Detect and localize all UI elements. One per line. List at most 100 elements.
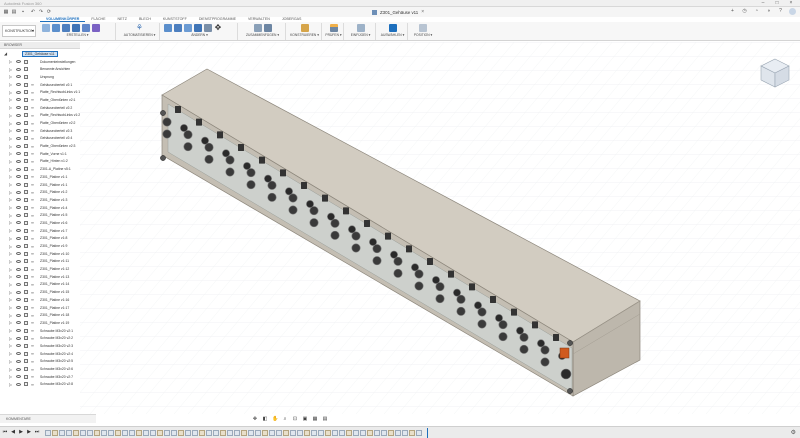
- expand-arrow-icon[interactable]: ▷: [9, 236, 12, 241]
- browser-item[interactable]: ▷ ∞ Schraube M3x20 v2:3: [0, 342, 80, 350]
- timeline-feature-icon[interactable]: [255, 430, 261, 436]
- select-icon[interactable]: [388, 24, 397, 32]
- expand-arrow-icon[interactable]: ▷: [9, 297, 12, 302]
- expand-arrow-icon[interactable]: ▷: [9, 190, 12, 195]
- group-modify-label[interactable]: ÄNDERN ▾: [162, 33, 237, 38]
- expand-arrow-icon[interactable]: ▷: [9, 274, 12, 279]
- visibility-eye-icon[interactable]: [16, 382, 21, 386]
- timeline-feature-icon[interactable]: [101, 430, 107, 436]
- revolve-icon[interactable]: [72, 24, 80, 32]
- expand-arrow-icon[interactable]: ▷: [9, 282, 12, 287]
- viewports-icon[interactable]: ▤: [322, 416, 328, 422]
- browser-item[interactable]: ▷ ∞ Z301_Platine v1:10: [0, 250, 80, 258]
- timeline-feature-icon[interactable]: [297, 430, 303, 436]
- timeline-feature-icon[interactable]: [59, 430, 65, 436]
- group-insert-label[interactable]: EINFÜGEN ▾: [346, 33, 375, 38]
- browser-item[interactable]: ▷ Ursprung: [0, 73, 80, 81]
- expand-arrow-icon[interactable]: ▷: [9, 259, 12, 264]
- browser-item[interactable]: ▷ ∞ Platte_RechtsobLinks v1:2: [0, 112, 80, 120]
- timeline-feature-icon[interactable]: [241, 430, 247, 436]
- fillet-icon[interactable]: [174, 24, 182, 32]
- visibility-eye-icon[interactable]: [16, 83, 21, 87]
- avatar[interactable]: [789, 8, 796, 15]
- timeline-feature-icon[interactable]: [136, 430, 142, 436]
- document-tab[interactable]: Z301_Gehäuse v11 ×: [372, 7, 424, 17]
- visibility-eye-icon[interactable]: [16, 198, 21, 202]
- visibility-eye-icon[interactable]: [16, 67, 21, 71]
- visibility-eye-icon[interactable]: [16, 306, 21, 310]
- expand-arrow-icon[interactable]: ▷: [9, 213, 12, 218]
- timeline-feature-icon[interactable]: [171, 430, 177, 436]
- browser-root[interactable]: ◢ Z301_Gehäuse v11: [0, 50, 80, 58]
- expand-arrow-icon[interactable]: ▷: [9, 336, 12, 341]
- visibility-eye-icon[interactable]: [16, 213, 21, 217]
- expand-arrow-icon[interactable]: ▷: [9, 382, 12, 387]
- visibility-eye-icon[interactable]: [16, 375, 21, 379]
- browser-item[interactable]: ▷ ∞ Schraube M3x20 v2:2: [0, 334, 80, 342]
- visibility-eye-icon[interactable]: [16, 129, 21, 133]
- visibility-eye-icon[interactable]: [16, 175, 21, 179]
- browser-item[interactable]: ▷ ∞ Z301_Platine v1:3: [0, 196, 80, 204]
- expand-arrow-icon[interactable]: ▷: [9, 374, 12, 379]
- press-pull-icon[interactable]: [164, 24, 172, 32]
- timeline-feature-icon[interactable]: [388, 430, 394, 436]
- group-select-label[interactable]: AUSWÄHLEN ▾: [378, 33, 407, 38]
- timeline-feature-icon[interactable]: [416, 430, 422, 436]
- shell-icon[interactable]: [194, 24, 202, 32]
- timeline-feature-icon[interactable]: [164, 430, 170, 436]
- extensions-icon[interactable]: ◷: [741, 8, 748, 15]
- group-assemble-label[interactable]: ZUSAMMENFÜGEN ▾: [240, 33, 285, 38]
- timeline-feature-icon[interactable]: [374, 430, 380, 436]
- undo-icon[interactable]: ↶: [30, 9, 36, 15]
- chamfer-icon[interactable]: [184, 24, 192, 32]
- visibility-eye-icon[interactable]: [16, 60, 21, 64]
- group-create-label[interactable]: ERSTELLEN ▾: [40, 33, 115, 38]
- browser-item[interactable]: ▷ ∞ Schraube M3x20 v2:8: [0, 381, 80, 389]
- timeline-feature-icon[interactable]: [108, 430, 114, 436]
- browser-item[interactable]: ▷ ∞ Z301_Platine v1:4: [0, 204, 80, 212]
- visibility-eye-icon[interactable]: [16, 229, 21, 233]
- expand-arrow-icon[interactable]: ▷: [9, 136, 12, 141]
- timeline-feature-icon[interactable]: [353, 430, 359, 436]
- measure-icon[interactable]: [329, 24, 338, 32]
- timeline-feature-icon[interactable]: [115, 430, 121, 436]
- expand-arrow-icon[interactable]: ▷: [9, 320, 12, 325]
- expand-arrow-icon[interactable]: ▷: [9, 105, 12, 110]
- timeline-feature-icon[interactable]: [290, 430, 296, 436]
- step-back-icon[interactable]: ◀: [10, 429, 16, 436]
- browser-item[interactable]: ▷ ∞ Z301_Platine v1:1: [0, 173, 80, 181]
- browser-header[interactable]: BROWSER: [0, 42, 80, 49]
- insert-image-icon[interactable]: [356, 24, 365, 32]
- timeline-feature-icon[interactable]: [402, 430, 408, 436]
- browser-item[interactable]: ▷ ∞ Z301_Platine v1:14: [0, 281, 80, 289]
- timeline-feature-icon[interactable]: [381, 430, 387, 436]
- browser-item[interactable]: ▷ ∞ Schraube M3x20 v2:6: [0, 365, 80, 373]
- help-icon[interactable]: ?: [777, 8, 784, 15]
- view-cube-icon[interactable]: [758, 56, 792, 90]
- expand-arrow-icon[interactable]: ▷: [9, 174, 12, 179]
- browser-item[interactable]: ▷ ∞ Z301_Platine v1:1: [0, 181, 80, 189]
- gear-icon[interactable]: ⚙: [791, 429, 796, 436]
- timeline-feature-icon[interactable]: [52, 430, 58, 436]
- visibility-eye-icon[interactable]: [16, 113, 21, 117]
- offset-plane-icon[interactable]: [300, 24, 309, 32]
- close-tab-icon[interactable]: ×: [421, 9, 424, 15]
- browser-item[interactable]: ▷ ∞ Platte_Hinten v1:2: [0, 158, 80, 166]
- notifications-icon[interactable]: ◔: [753, 8, 760, 15]
- visibility-eye-icon[interactable]: [16, 313, 21, 317]
- visibility-eye-icon[interactable]: [16, 75, 21, 79]
- timeline-feature-icon[interactable]: [192, 430, 198, 436]
- timeline-feature-icon[interactable]: [157, 430, 163, 436]
- expand-arrow-icon[interactable]: ▷: [9, 197, 12, 202]
- visibility-eye-icon[interactable]: [16, 90, 21, 94]
- timeline-feature-icon[interactable]: [332, 430, 338, 436]
- group-construct-label[interactable]: KONSTRUIEREN ▾: [288, 33, 321, 38]
- timeline-feature-icon[interactable]: [129, 430, 135, 436]
- visibility-eye-icon[interactable]: [16, 206, 21, 210]
- browser-item[interactable]: ▷ ∞ Platte_Obenlünten v2:3: [0, 142, 80, 150]
- visibility-eye-icon[interactable]: [16, 167, 21, 171]
- expand-arrow-icon[interactable]: ▷: [9, 220, 12, 225]
- new-component-icon[interactable]: [42, 24, 50, 32]
- visibility-eye-icon[interactable]: [16, 344, 21, 348]
- timeline-feature-icon[interactable]: [220, 430, 226, 436]
